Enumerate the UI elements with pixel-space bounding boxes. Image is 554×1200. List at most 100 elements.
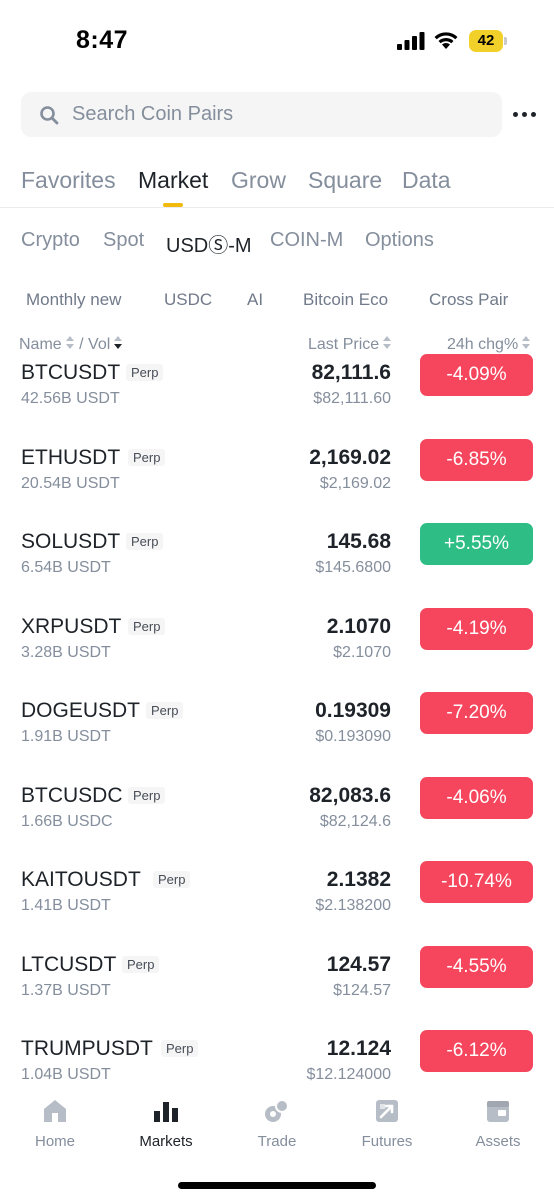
change-badge[interactable]: -7.20% — [420, 692, 533, 734]
search-placeholder: Search Coin Pairs — [72, 103, 234, 125]
fiat-price: $0.193090 — [315, 728, 391, 745]
category-usdc[interactable]: USDC — [164, 290, 212, 310]
subtab-usds-m[interactable]: USDⓈ-M — [166, 229, 252, 258]
perp-badge: Perp — [128, 449, 166, 466]
tab-data[interactable]: Data — [402, 167, 451, 194]
last-price: 0.19309 — [315, 699, 391, 722]
pair-name: DOGEUSDT — [21, 699, 141, 722]
assets-icon — [487, 1101, 509, 1122]
nav-label: Assets — [475, 1133, 521, 1150]
volume: 1.66B USDC — [21, 813, 113, 830]
fiat-price: $2.138200 — [315, 897, 391, 914]
wifi-icon — [434, 32, 458, 49]
home-indicator — [178, 1182, 376, 1189]
volume: 6.54B USDT — [21, 559, 111, 576]
change-badge[interactable]: -10.74% — [420, 861, 533, 903]
fiat-price: $12.124000 — [306, 1066, 391, 1083]
sort-icon — [521, 336, 531, 350]
table-row[interactable]: ETHUSDT Perp 20.54B USDT 2,169.02 $2,169… — [0, 439, 554, 530]
status-bar: 8:47 42 — [0, 0, 554, 84]
pair-name: BTCUSDT — [21, 361, 121, 384]
table-row[interactable]: BTCUSDC Perp 1.66B USDC 82,083.6 $82,124… — [0, 777, 554, 868]
change-badge[interactable]: +5.55% — [420, 523, 533, 565]
pair-name: KAITOUSDT — [21, 868, 141, 891]
column-header-last-price[interactable]: Last Price — [308, 336, 392, 354]
pair-name: SOLUSDT — [21, 530, 121, 553]
table-row[interactable]: XRPUSDT Perp 3.28B USDT 2.1070 $2.1070 -… — [0, 608, 554, 699]
change-badge[interactable]: -6.85% — [420, 439, 533, 481]
tab-favorites[interactable]: Favorites — [21, 167, 116, 194]
volume: 1.41B USDT — [21, 897, 111, 914]
signal-icon — [397, 32, 425, 50]
change-badge[interactable]: -4.06% — [420, 777, 533, 819]
volume: 42.56B USDT — [21, 390, 120, 407]
active-tab-indicator — [163, 203, 183, 207]
status-time: 8:47 — [76, 26, 129, 54]
perp-badge: Perp — [122, 956, 160, 973]
volume: 1.91B USDT — [21, 728, 111, 745]
change-badge[interactable]: -4.19% — [420, 608, 533, 650]
pair-name: XRPUSDT — [21, 615, 122, 638]
subtab-spot[interactable]: Spot — [103, 229, 144, 252]
battery-icon: 42 — [469, 30, 507, 52]
pair-name: ETHUSDT — [21, 446, 121, 469]
category-bitcoin-eco[interactable]: Bitcoin Eco — [303, 290, 388, 310]
table-row[interactable]: SOLUSDT Perp 6.54B USDT 145.68 $145.6800… — [0, 523, 554, 614]
fiat-price: $82,124.6 — [319, 813, 391, 830]
fiat-price: $82,111.60 — [313, 390, 391, 407]
category-monthly-new[interactable]: Monthly new — [26, 290, 121, 310]
last-price: 2.1070 — [326, 615, 391, 638]
battery-level: 42 — [477, 32, 495, 49]
tab-square[interactable]: Square — [308, 167, 382, 194]
markets-icon — [154, 1102, 178, 1122]
table-row[interactable]: BTCUSDT Perp 42.56B USDT 82,111.6 $82,11… — [0, 354, 554, 445]
volume: 1.04B USDT — [21, 1066, 111, 1083]
pair-name: TRUMPUSDT — [21, 1037, 153, 1060]
table-row[interactable]: LTCUSDT Perp 1.37B USDT 124.57 $124.57 -… — [0, 946, 554, 1037]
category-ai[interactable]: AI — [247, 290, 263, 310]
nav-label: Trade — [257, 1133, 297, 1150]
fiat-price: $2,169.02 — [319, 475, 391, 492]
trade-icon — [265, 1099, 289, 1122]
table-row[interactable]: DOGEUSDT Perp 1.91B USDT 0.19309 $0.1930… — [0, 692, 554, 783]
column-change-label: 24h chg% — [447, 336, 519, 353]
perp-badge: Perp — [153, 871, 191, 888]
tab-market[interactable]: Market — [138, 167, 208, 194]
tab-grow[interactable]: Grow — [231, 167, 286, 194]
column-header-change[interactable]: 24h chg% — [447, 336, 531, 354]
more-icon[interactable] — [512, 101, 540, 127]
subtab-coin-m[interactable]: COIN-M — [270, 229, 343, 252]
fiat-price: $145.6800 — [315, 559, 391, 576]
primary-tabs: Favorites Market Grow Square Data — [0, 160, 554, 208]
last-price: 82,111.6 — [311, 361, 391, 384]
nav-label: Home — [34, 1133, 75, 1150]
home-icon — [44, 1100, 66, 1122]
table-row[interactable]: TRUMPUSDT Perp 1.04B USDT 12.124 $12.124… — [0, 1030, 554, 1088]
perp-badge: Perp — [161, 1040, 199, 1057]
column-vol-label: Vol — [88, 336, 111, 353]
pair-name: LTCUSDT — [21, 953, 117, 976]
change-badge[interactable]: -4.09% — [420, 354, 533, 396]
fiat-price: $2.1070 — [333, 644, 391, 661]
category-cross-pair[interactable]: Cross Pair — [429, 290, 508, 310]
column-separator: / — [79, 336, 84, 353]
column-name-label: Name — [19, 336, 62, 353]
change-badge[interactable]: -6.12% — [420, 1030, 533, 1072]
table-row[interactable]: KAITOUSDT Perp 1.41B USDT 2.1382 $2.1382… — [0, 861, 554, 952]
column-header-name-vol[interactable]: Name / Vol — [19, 336, 123, 354]
subtab-options[interactable]: Options — [365, 229, 434, 252]
volume: 3.28B USDT — [21, 644, 111, 661]
perp-badge: Perp — [128, 787, 166, 804]
perp-badge: Perp — [126, 533, 164, 550]
search-input[interactable]: Search Coin Pairs — [21, 92, 502, 137]
perp-badge: Perp — [146, 702, 184, 719]
perp-badge: Perp — [126, 364, 164, 381]
last-price: 145.68 — [326, 530, 391, 553]
change-badge[interactable]: -4.55% — [420, 946, 533, 988]
subtab-crypto[interactable]: Crypto — [21, 229, 80, 252]
nav-label: Markets — [139, 1133, 193, 1150]
last-price: 124.57 — [326, 953, 391, 976]
futures-icon — [376, 1100, 398, 1122]
last-price: 2.1382 — [326, 868, 391, 891]
last-price: 12.124 — [326, 1037, 391, 1060]
